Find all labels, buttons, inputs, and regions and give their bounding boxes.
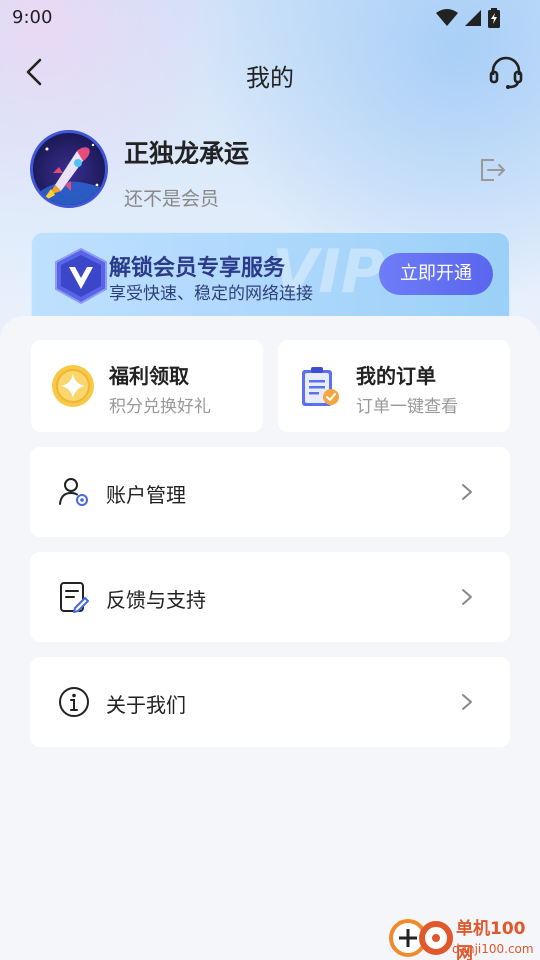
rewards-subtitle: 积分兑换好礼 [109,397,211,417]
menu-item-feedback[interactable]: 反馈与支持 [30,552,510,642]
headset-icon [489,56,523,89]
page-title: 我的 [246,64,294,92]
logout-button[interactable] [476,154,508,186]
vip-subtitle: 享受快速、稳定的网络连接 [109,284,313,304]
order-clipboard-icon [298,364,342,408]
user-settings-icon [58,476,90,508]
cellular-signal-icon [465,10,481,26]
menu-item-about[interactable]: 关于我们 [30,657,510,747]
rewards-title: 福利领取 [109,364,189,388]
status-bar: 9:00 [0,0,540,36]
wifi-icon [436,9,458,26]
customer-service-button[interactable] [488,54,524,90]
coin-icon [51,364,95,408]
menu-label-about: 关于我们 [106,693,186,717]
top-nav: 我的 [0,44,540,100]
menu-item-account[interactable]: 账户管理 [30,447,510,537]
user-name: 正独龙承运 [124,139,250,168]
menu-label-feedback: 反馈与支持 [106,588,206,612]
vip-badge-icon [50,247,112,305]
chevron-right-icon [462,694,472,710]
info-icon [58,686,90,718]
orders-subtitle: 订单一键查看 [356,397,458,417]
orders-title: 我的订单 [356,364,436,388]
menu-label-account: 账户管理 [106,483,186,507]
open-membership-button[interactable]: 立即开通 [379,253,493,295]
chevron-right-icon [462,589,472,605]
status-icons [436,8,500,28]
vip-title: 解锁会员专享服务 [109,256,286,281]
orders-card[interactable]: 我的订单 订单一键查看 [278,340,510,432]
logout-icon [481,159,505,181]
site-logo-icon [389,919,453,957]
membership-status: 还不是会员 [124,188,220,210]
rewards-card[interactable]: 福利领取 积分兑换好礼 [31,340,263,432]
status-time: 9:00 [12,7,53,28]
avatar[interactable] [30,130,108,208]
battery-icon [488,8,500,28]
site-url: danji100.com [452,942,534,956]
chevron-right-icon [462,484,472,500]
feedback-edit-icon [58,581,90,613]
